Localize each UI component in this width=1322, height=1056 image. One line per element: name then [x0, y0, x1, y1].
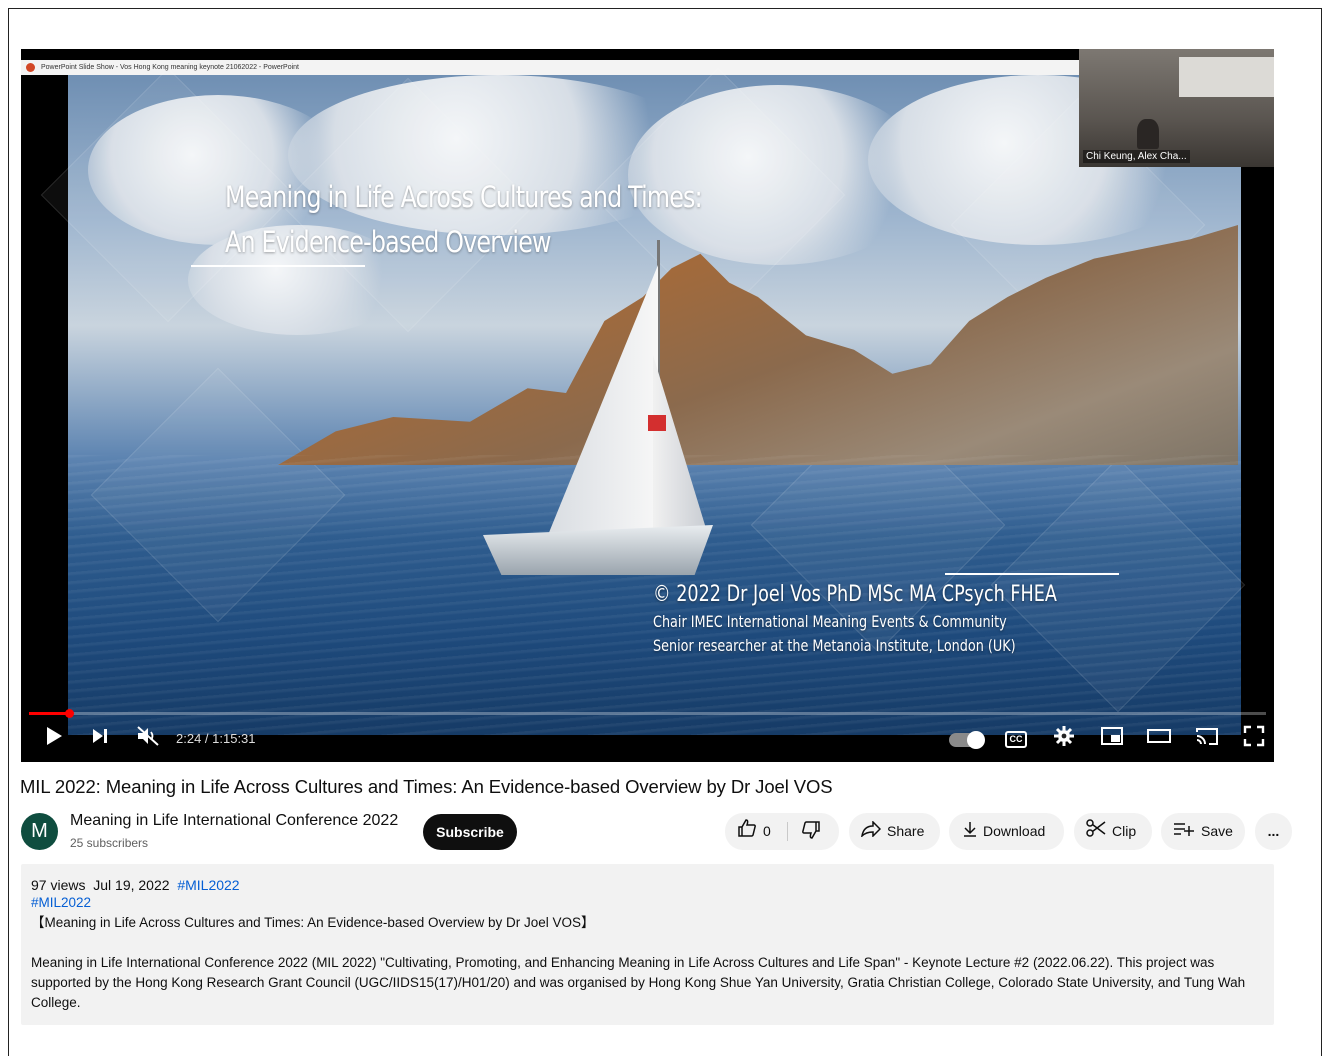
dislike-button[interactable] — [801, 813, 821, 850]
autoplay-toggle[interactable] — [949, 731, 985, 749]
clip-button[interactable]: Clip — [1074, 813, 1152, 850]
camera-participant-label: Chi Keung, Alex Cha... — [1083, 150, 1190, 163]
progress-played — [29, 712, 69, 715]
clip-label: Clip — [1112, 823, 1137, 839]
hashtag-link[interactable]: #MIL2022 — [31, 893, 1264, 913]
share-arrow-icon — [860, 813, 882, 850]
share-label: Share — [887, 823, 925, 839]
fullscreen-icon[interactable] — [1241, 725, 1267, 753]
share-button[interactable]: Share — [849, 813, 940, 850]
sail-red-patch — [648, 415, 666, 431]
cast-icon[interactable] — [1193, 725, 1221, 753]
player-controls: 2:24 / 1:15:31 CC — [21, 721, 1274, 757]
description-meta: 97 views Jul 19, 2022 #MIL2022 — [31, 877, 1264, 893]
channel-avatar[interactable]: M — [21, 813, 58, 850]
credit-rule — [945, 573, 1119, 575]
next-icon[interactable] — [87, 725, 113, 753]
more-horizontal-icon: ... — [1267, 823, 1280, 839]
scissors-icon — [1086, 813, 1106, 850]
video-player[interactable]: PowerPoint Slide Show - Vos Hong Kong me… — [21, 49, 1274, 762]
subscribe-button[interactable]: Subscribe — [423, 814, 517, 850]
slide-image: Meaning in Life Across Cultures and Time… — [40, 67, 1246, 735]
credit-line-3: Senior researcher at the Metanoia Instit… — [653, 636, 1016, 655]
projector-screen — [1179, 57, 1274, 97]
video-title: MIL 2022: Meaning in Life Across Culture… — [20, 776, 833, 797]
captions-icon[interactable]: CC — [1005, 731, 1027, 748]
slide-title: Meaning in Life Across Cultures and Time… — [225, 175, 703, 265]
progress-bar[interactable] — [29, 709, 1266, 718]
save-button[interactable]: Save — [1161, 813, 1245, 850]
download-button[interactable]: Download — [949, 813, 1064, 850]
subscriber-count: 25 subscribers — [70, 836, 149, 850]
like-count: 0 — [763, 823, 771, 839]
like-button[interactable]: 0 — [737, 813, 771, 850]
description-body: Meaning in Life International Conference… — [31, 955, 1246, 1010]
credit-line-1: © 2022 Dr Joel Vos PhD MSc MA CPsych FHE… — [653, 582, 1057, 607]
playlist-add-icon — [1173, 813, 1195, 850]
mute-icon[interactable] — [133, 725, 163, 753]
title-underline — [191, 265, 365, 267]
powerpoint-icon — [26, 63, 35, 72]
hashtag-link[interactable]: #MIL2022 — [177, 877, 239, 893]
miniplayer-icon[interactable] — [1099, 725, 1125, 753]
upload-date: Jul 19, 2022 — [93, 877, 170, 893]
slide-credit: © 2022 Dr Joel Vos PhD MSc MA CPsych FHE… — [653, 580, 1057, 658]
like-divider — [787, 822, 788, 841]
progress-scrubber[interactable] — [65, 709, 74, 718]
theater-mode-icon[interactable] — [1145, 725, 1173, 753]
download-label: Download — [983, 823, 1046, 839]
credit-line-2: Chair IMEC International Meaning Events … — [653, 612, 1007, 631]
thumbs-down-icon — [801, 821, 821, 841]
play-icon[interactable] — [41, 725, 67, 753]
save-label: Save — [1201, 823, 1233, 839]
thumbs-up-icon — [737, 813, 757, 850]
description-box[interactable]: 97 views Jul 19, 2022 #MIL2022 #MIL2022 … — [21, 864, 1274, 1025]
like-dislike-group: 0 — [725, 813, 839, 850]
speaker-figure — [1137, 119, 1159, 149]
settings-gear-icon[interactable] — [1051, 725, 1077, 753]
view-count: 97 views — [31, 877, 86, 893]
slide-title-line-2: An Evidence-based Overview — [225, 225, 551, 259]
download-icon — [963, 813, 977, 850]
channel-name[interactable]: Meaning in Life International Conference… — [70, 812, 398, 830]
time-display: 2:24 / 1:15:31 — [176, 731, 256, 746]
more-actions-button[interactable]: ... — [1255, 813, 1292, 850]
speaker-camera-feed: Chi Keung, Alex Cha... — [1079, 49, 1274, 167]
powerpoint-title-bar: PowerPoint Slide Show - Vos Hong Kong me… — [21, 60, 1081, 75]
description-heading: 【Meaning in Life Across Cultures and Tim… — [31, 915, 595, 930]
slide-title-line-1: Meaning in Life Across Cultures and Time… — [225, 180, 703, 214]
